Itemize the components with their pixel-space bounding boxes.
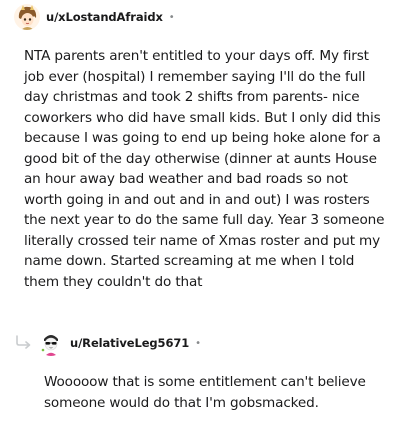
avatar-icon[interactable] (38, 330, 64, 356)
avatar-icon[interactable] (14, 4, 40, 30)
separator-dot: • (195, 337, 202, 349)
comment-header: u/RelativeLeg5671 • (38, 328, 201, 358)
comment-body: NTA parents aren't entitled to your days… (24, 48, 385, 290)
username[interactable]: u/xLostandAfraidx (46, 10, 163, 24)
comment-header: u/xLostandAfraidx • (14, 2, 175, 32)
comment-body: Wooooow that is some entitlement can't b… (44, 374, 366, 411)
separator-dot: • (168, 11, 175, 23)
reply-arrow-icon (14, 334, 34, 349)
username[interactable]: u/RelativeLeg5671 (70, 336, 189, 350)
